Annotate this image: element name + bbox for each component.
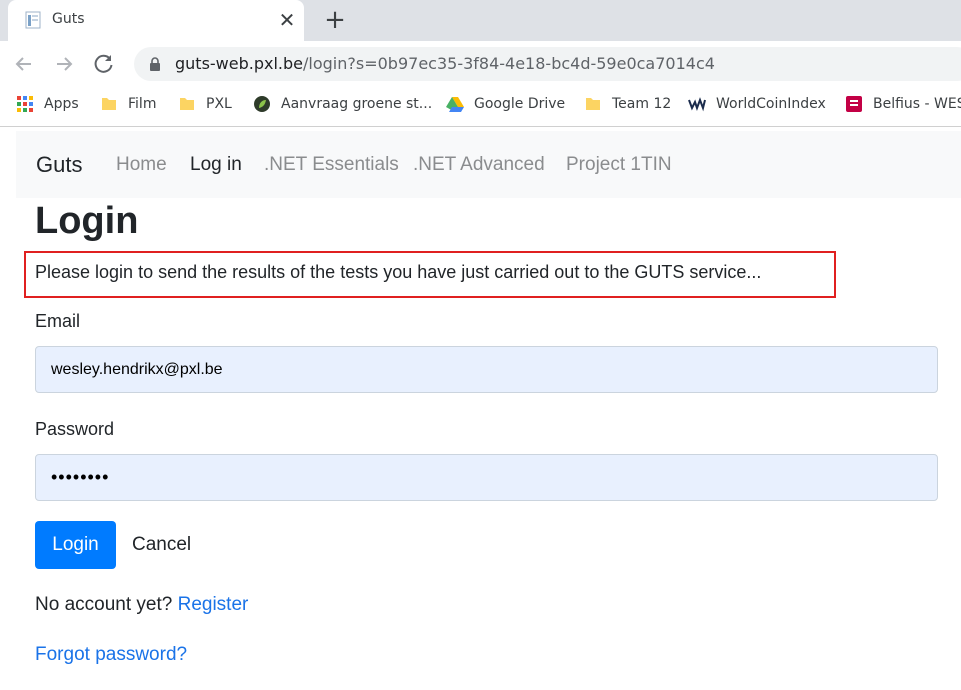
no-account-text: No account yet? [35,594,173,615]
site-brand[interactable]: Guts [36,152,82,178]
bookmark-label: Film [128,96,157,112]
bookmarks-bar: Apps Film PXL Aanvraag groene st... Goog… [0,87,961,121]
bookmark-worldcoinindex[interactable]: WorldCoinIndex [688,87,826,121]
bookmark-label: Aanvraag groene st... [281,96,433,112]
bookmark-google-drive[interactable]: Google Drive [446,87,565,121]
bookmark-label: PXL [206,96,232,112]
password-field[interactable]: •••••••• [35,454,938,501]
nav-link-net-essentials[interactable]: .NET Essentials [264,154,399,176]
nav-link-net-advanced[interactable]: .NET Advanced [413,154,545,176]
bookmark-team-12[interactable]: Team 12 [584,87,671,121]
register-link[interactable]: Register [178,594,249,615]
bookmark-label: Team 12 [612,96,672,112]
new-tab-button[interactable]: + [322,6,348,34]
url-host: guts-web.pxl.be [175,54,304,73]
tab-title: Guts [52,11,85,27]
email-label: Email [35,311,81,331]
bookmarks-divider [0,126,961,127]
tab-close-icon[interactable]: ✕ [276,9,298,31]
page-favicon-icon [25,11,41,29]
site-navbar: Guts Home Log in .NET Essentials .NET Ad… [16,131,961,198]
no-account-line: No account yet? Register [35,594,248,616]
browser-tab-strip: Guts ✕ + [0,0,961,41]
folder-icon [102,98,116,110]
forward-arrow-icon[interactable] [50,50,78,78]
nav-link-home[interactable]: Home [116,154,167,176]
bookmark-label: WorldCoinIndex [716,96,826,112]
bookmark-label: Google Drive [474,96,566,112]
url-path: /login?s=0b97ec35-3f84-4e18-bc4d-59e0ca7… [303,54,715,73]
bookmark-label: Belfius - WES [873,96,961,112]
lock-icon[interactable] [148,57,162,71]
bookmark-label: Apps [44,96,79,112]
nav-link-log-in[interactable]: Log in [190,154,242,176]
cancel-button[interactable]: Cancel [132,534,191,556]
address-bar[interactable]: guts-web.pxl.be/login?s=0b97ec35-3f84-4e… [134,47,961,81]
bookmark-film[interactable]: Film [100,87,156,121]
back-arrow-icon[interactable] [10,50,38,78]
bookmark-belfius[interactable]: Belfius - WES [845,87,961,121]
bookmark-aanvraag[interactable]: Aanvraag groene st... [253,87,432,121]
login-button[interactable]: Login [35,521,116,569]
reload-icon[interactable] [90,50,118,78]
google-drive-icon [446,97,464,112]
folder-icon [586,98,600,110]
page-title: Login [35,200,139,242]
forgot-password-link[interactable]: Forgot password? [35,644,187,666]
worldcoinindex-icon [688,97,706,112]
email-field[interactable]: wesley.hendrikx@pxl.be [35,346,938,393]
belfius-icon [846,96,862,112]
folder-icon [180,98,194,110]
bookmark-pxl[interactable]: PXL [178,87,232,121]
leaf-icon [254,96,270,112]
apps-grid-icon [17,96,33,112]
bookmark-apps[interactable]: Apps [16,87,79,121]
browser-toolbar: guts-web.pxl.be/login?s=0b97ec35-3f84-4e… [0,41,961,87]
url-text[interactable]: guts-web.pxl.be/login?s=0b97ec35-3f84-4e… [175,54,715,73]
browser-tab[interactable]: Guts ✕ [8,0,304,41]
password-label: Password [35,419,115,439]
nav-link-project-1tin[interactable]: Project 1TIN [566,154,672,176]
intro-text: Please login to send the results of the … [35,262,762,282]
